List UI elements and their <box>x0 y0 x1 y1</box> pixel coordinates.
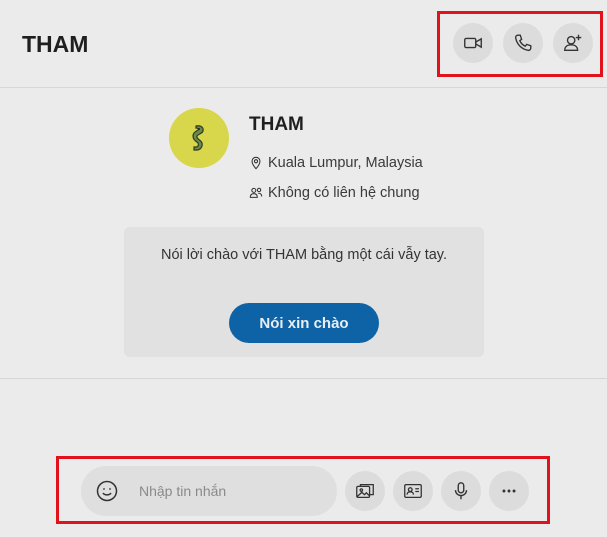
chat-header: THAM <box>0 0 607 88</box>
avatar[interactable] <box>169 108 229 168</box>
microphone-icon <box>454 482 468 500</box>
video-call-button[interactable] <box>453 23 493 63</box>
message-input[interactable] <box>139 476 329 506</box>
profile-location: Kuala Lumpur, Malaysia <box>249 155 423 171</box>
audio-call-button[interactable] <box>503 23 543 63</box>
media-button[interactable] <box>345 471 385 511</box>
more-icon <box>502 489 516 493</box>
contact-card-icon <box>404 483 422 499</box>
profile-name: THAM <box>249 114 304 135</box>
divider <box>0 378 607 379</box>
emoji-icon[interactable] <box>95 479 119 503</box>
greeting-card: Nói lời chào với THAM bằng một cái vẫy t… <box>124 227 484 357</box>
call-actions-highlight <box>437 11 603 77</box>
phone-icon <box>514 34 532 52</box>
greeting-message: Nói lời chào với THAM bằng một cái vẫy t… <box>160 247 448 263</box>
contacts-icon <box>249 187 263 198</box>
composer-highlight <box>56 456 550 524</box>
location-text: Kuala Lumpur, Malaysia <box>268 155 423 171</box>
video-camera-icon <box>464 37 482 49</box>
contact-title[interactable]: THAM <box>22 31 88 58</box>
mutual-contacts-text: Không có liên hệ chung <box>268 185 420 201</box>
more-options-button[interactable] <box>489 471 529 511</box>
add-person-icon <box>564 34 582 52</box>
voice-message-button[interactable] <box>441 471 481 511</box>
add-people-button[interactable] <box>553 23 593 63</box>
profile-mutual-contacts: Không có liên hệ chung <box>249 185 420 201</box>
say-hello-button[interactable]: Nói xin chào <box>229 303 379 343</box>
dinosaur-avatar-icon <box>192 125 204 151</box>
message-box <box>81 466 337 516</box>
location-pin-icon <box>251 156 261 170</box>
media-icon <box>356 483 374 499</box>
contact-card-button[interactable] <box>393 471 433 511</box>
